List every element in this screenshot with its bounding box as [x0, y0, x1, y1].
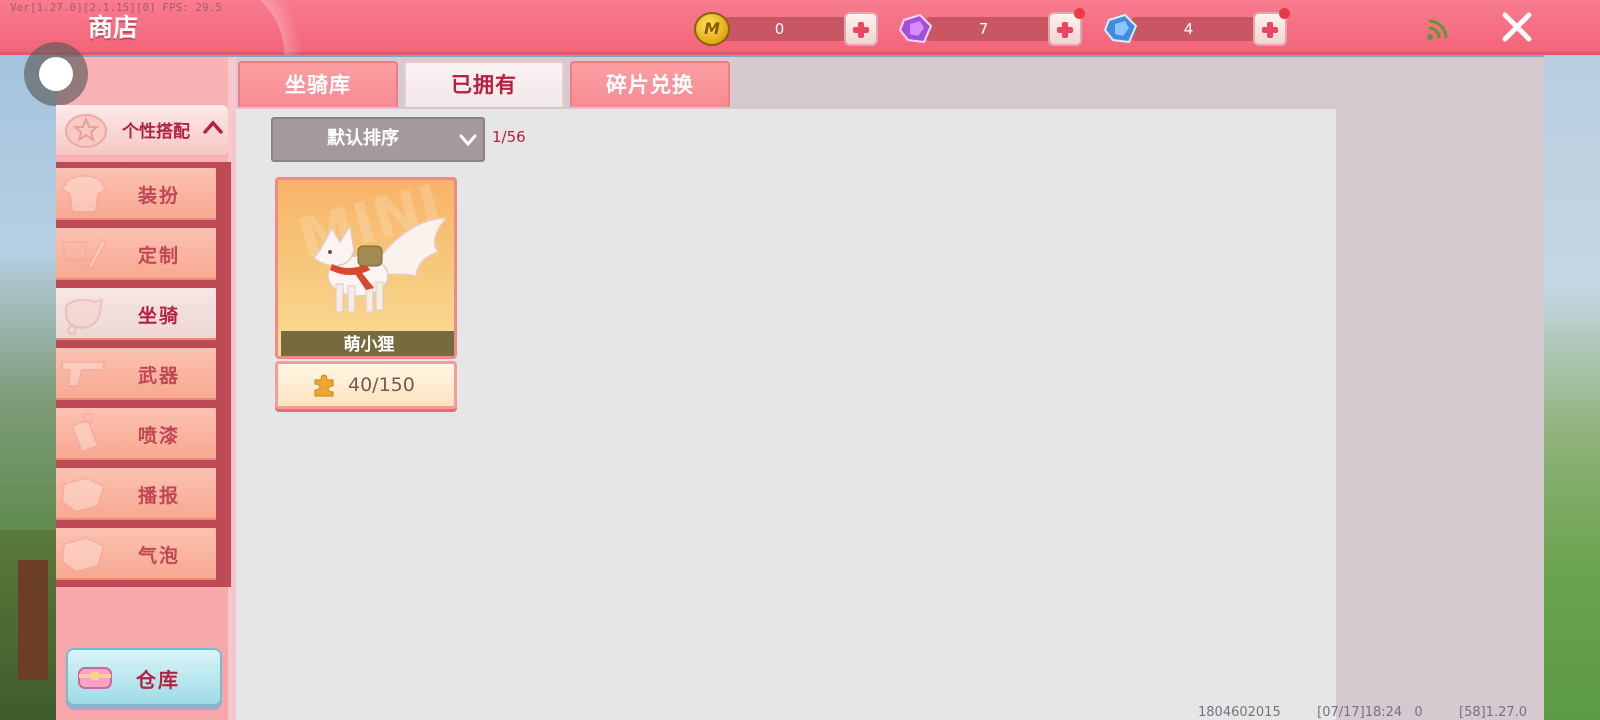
puzzle-piece-icon [314, 374, 334, 397]
tree-trunk [18, 560, 48, 680]
nav-item-label: 装扮 [138, 185, 181, 207]
nav-item-label: 定制 [138, 245, 181, 267]
coin-icon: M [694, 12, 730, 46]
coin-value: 0 [774, 20, 785, 38]
chevron-up-icon [203, 120, 223, 134]
broadcast-icon [60, 476, 106, 514]
nav-item-weapon[interactable]: 武器 [56, 348, 216, 400]
chevron-down-icon [459, 134, 477, 147]
notification-dot [1279, 8, 1290, 19]
nav-item-label: 武器 [138, 365, 181, 387]
nav-item-label: 喷漆 [138, 425, 181, 447]
category-header-label: 个性搭配 [122, 122, 190, 142]
nav-item-outfit[interactable]: 装扮 [56, 168, 216, 220]
star-badge-icon [65, 114, 107, 148]
sort-dropdown-label: 默认排序 [327, 128, 399, 149]
nav-item-label: 播报 [138, 485, 181, 507]
item-counter: 1/56 [492, 128, 526, 146]
shirt-icon [60, 175, 108, 213]
nav-item-custom[interactable]: 定制 [56, 228, 216, 280]
footer-datetime: [07/17]18:24 0 [1317, 705, 1423, 720]
spray-can-icon [70, 413, 100, 454]
add-coin-button[interactable] [844, 12, 878, 46]
blue-gem-value: 4 [1183, 20, 1194, 38]
mount-name: 萌小狸 [281, 331, 454, 356]
tab-label: 碎片兑换 [606, 73, 694, 97]
nav-item-spray[interactable]: 喷漆 [56, 408, 216, 460]
bubble-icon [60, 536, 106, 574]
notification-dot [1074, 8, 1085, 19]
fragment-progress: 40/150 [275, 361, 457, 409]
floating-menu-button[interactable] [24, 42, 88, 106]
sort-dropdown[interactable]: 默认排序 [271, 117, 485, 162]
warehouse-button[interactable]: 仓库 [66, 648, 222, 706]
warehouse-label: 仓库 [136, 668, 180, 692]
category-header[interactable]: 个性搭配 [56, 105, 228, 155]
background-scenery-right [1544, 0, 1600, 720]
nav-item-broadcast[interactable]: 播报 [56, 468, 216, 520]
nav-item-label: 坐骑 [138, 305, 181, 327]
signal-icon [1427, 19, 1448, 40]
tab-label: 坐骑库 [285, 73, 351, 97]
gun-icon [61, 361, 105, 387]
nav-item-mount[interactable]: 坐骑 [56, 288, 216, 340]
purple-gem-value: 7 [978, 20, 989, 38]
top-bar: Ver[1.27.0][2.1.15][0] FPS: 29.5 商店 0 M … [0, 0, 1600, 55]
page-title: 商店 [88, 13, 139, 42]
tab-fragment-exchange[interactable]: 碎片兑换 [570, 61, 730, 107]
header-swoosh-decoration [210, 0, 320, 55]
footer-id: 1804602015 [1198, 705, 1281, 720]
nav-item-label: 气泡 [138, 545, 181, 567]
footer-version: [58]1.27.0 [1459, 705, 1528, 720]
chest-icon [78, 667, 112, 689]
tab-mount-library[interactable]: 坐骑库 [238, 61, 398, 107]
purple-gem-icon [898, 13, 933, 44]
nav-item-bubble[interactable]: 气泡 [56, 528, 216, 580]
customize-icon [63, 238, 108, 270]
card-frame: MINI 萌小狸 [275, 177, 457, 359]
mount-card[interactable]: MINI 萌小狸 40/150 [275, 177, 457, 409]
background-scenery-left [0, 0, 60, 720]
mount-icon [65, 298, 104, 335]
fragment-progress-text: 40/150 [348, 374, 415, 396]
tab-label: 已拥有 [451, 73, 517, 97]
close-icon[interactable] [1500, 10, 1534, 44]
fox-mount-image [313, 217, 448, 313]
footer-info: 1804602015 [07/17]18:24 0 [58]1.27.0 [1198, 705, 1527, 720]
blue-gem-icon [1103, 13, 1138, 44]
tab-owned[interactable]: 已拥有 [404, 61, 564, 107]
category-nav: 装扮 定制 坐骑 武器 喷漆 播报 气泡 [56, 162, 231, 587]
